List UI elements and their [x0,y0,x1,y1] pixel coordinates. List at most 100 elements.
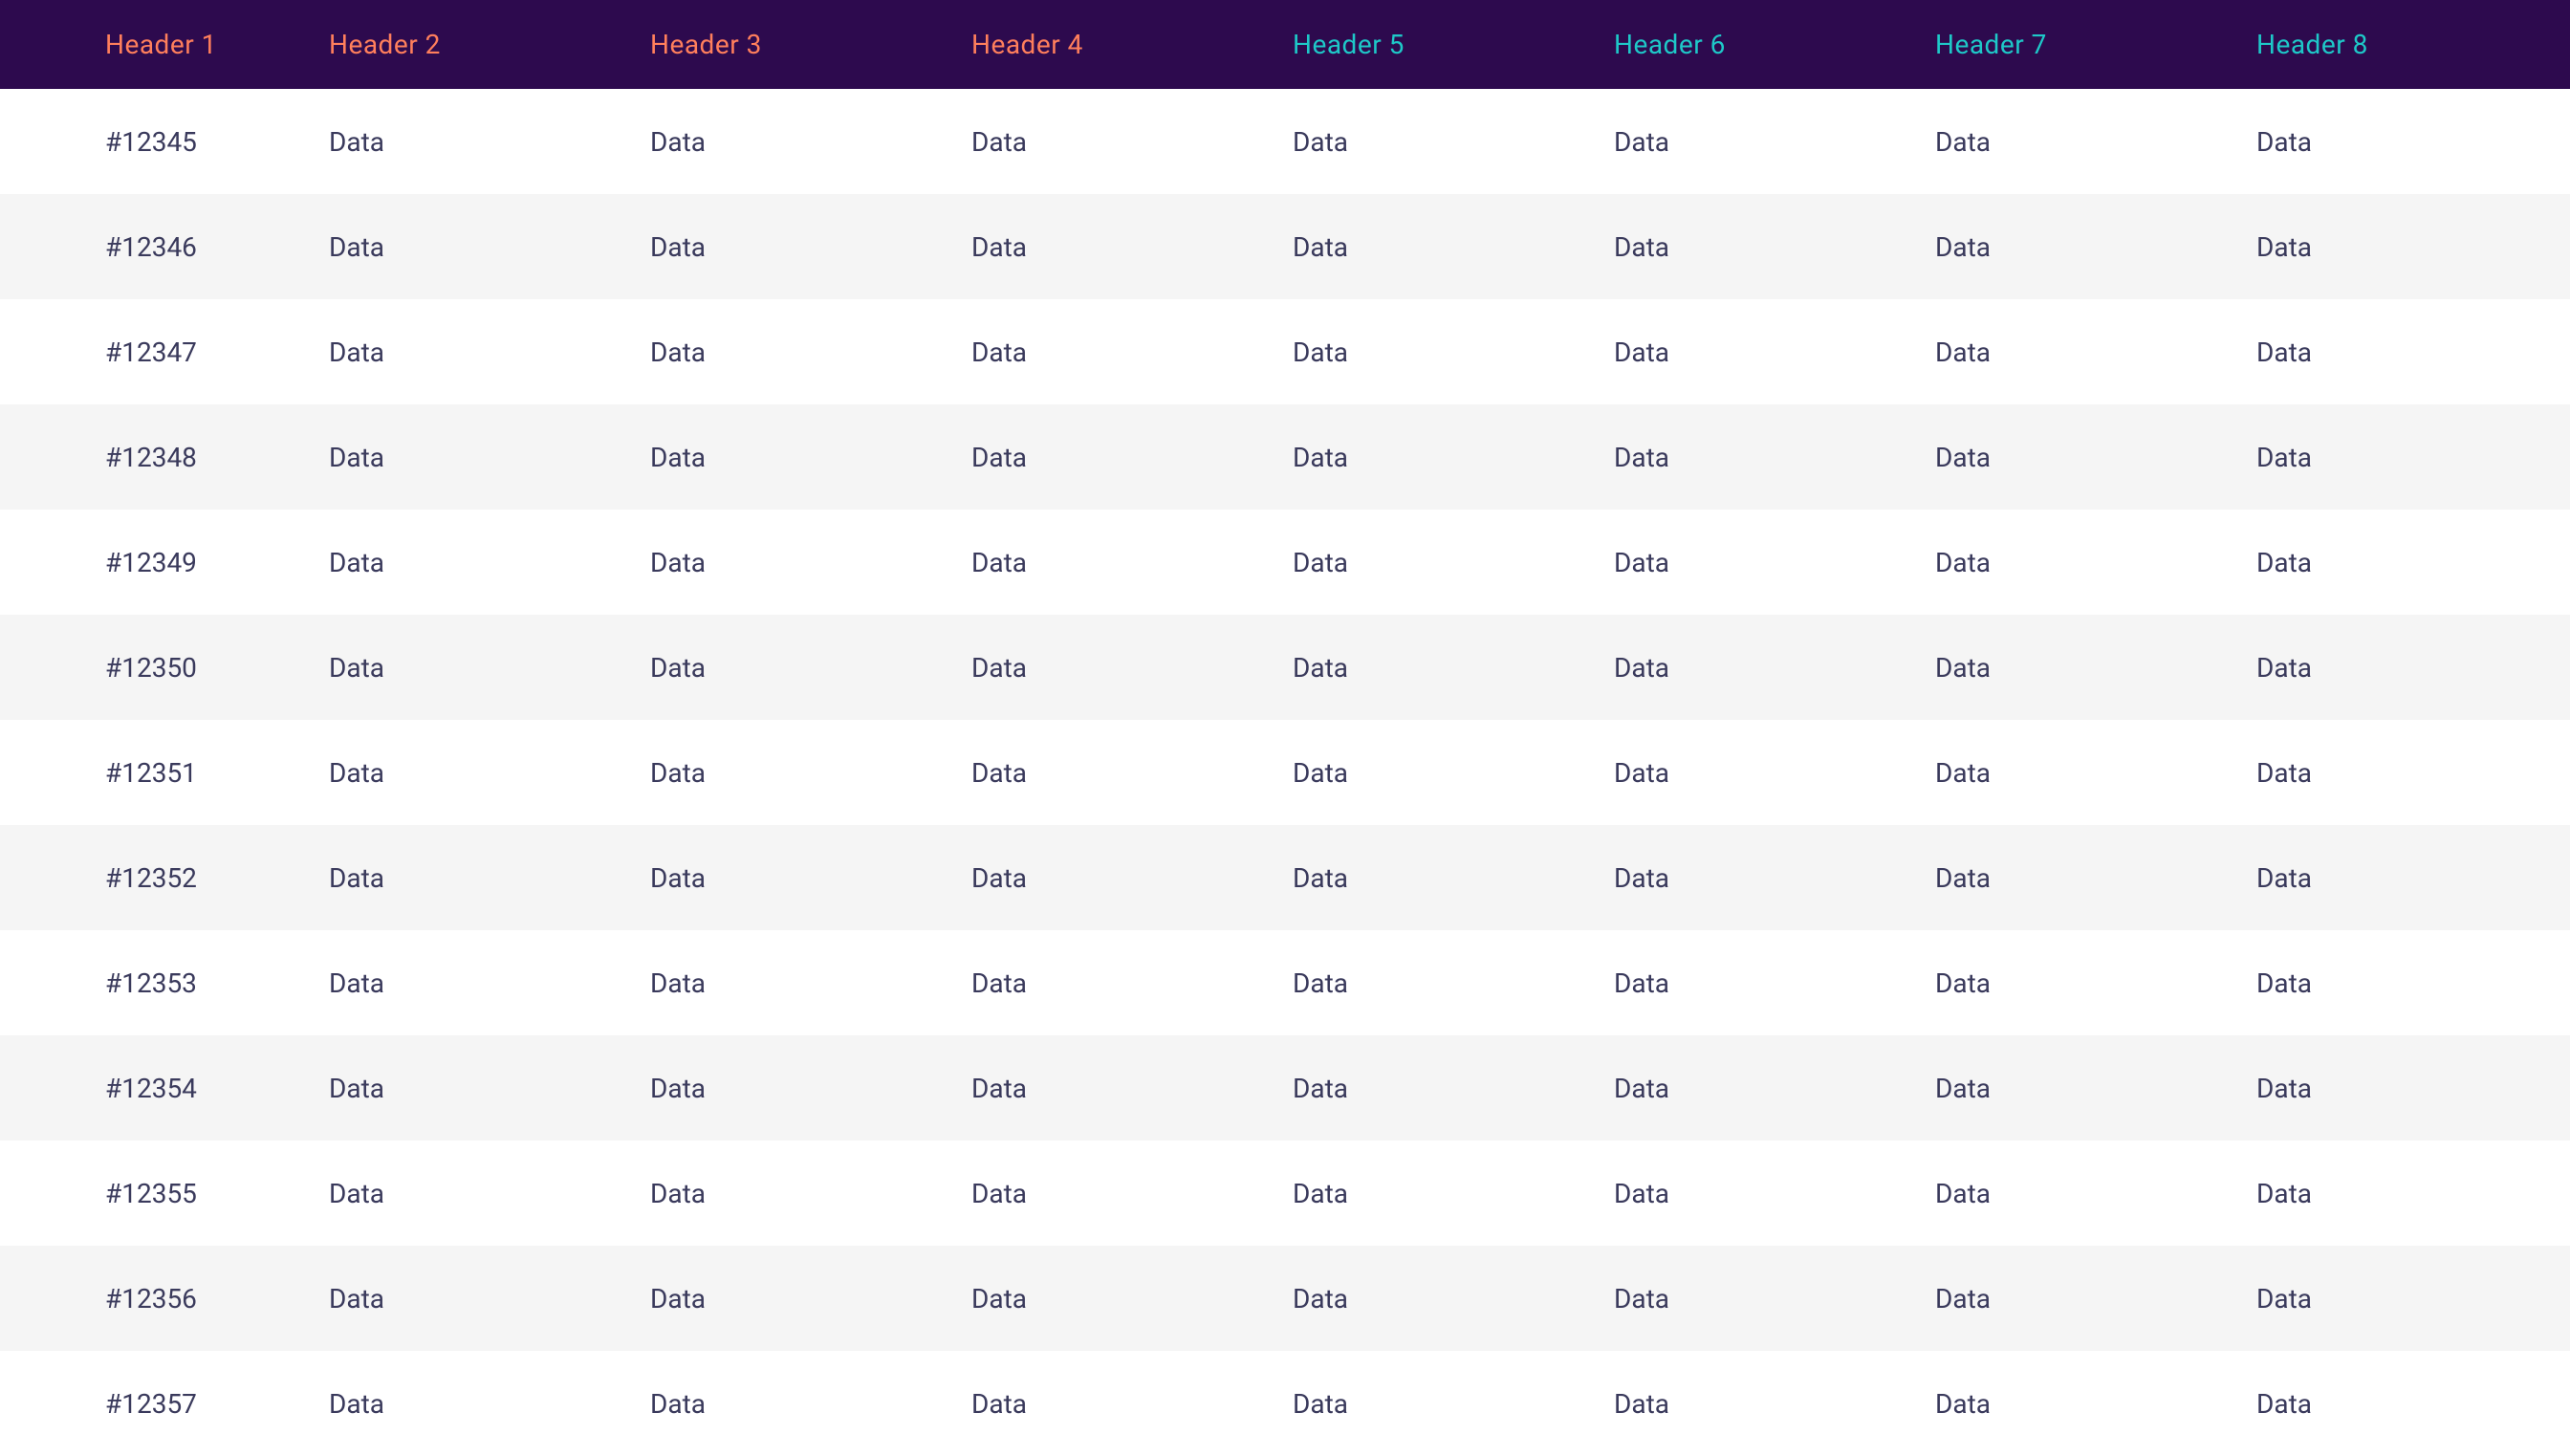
data-cell: Data [1293,89,1614,194]
data-cell: Data [1935,720,2256,825]
data-cell: Data [2256,720,2570,825]
row-id-cell: #12357 [0,1351,329,1456]
data-cell: Data [650,404,971,510]
column-header-4[interactable]: Header 4 [971,0,1293,89]
row-id-cell: #12356 [0,1246,329,1351]
data-cell: Data [1614,510,1935,615]
data-cell: Data [1935,404,2256,510]
data-cell: Data [2256,194,2570,299]
data-cell: Data [971,720,1293,825]
data-cell: Data [329,1351,650,1456]
table-row[interactable]: #12346 Data Data Data Data Data Data Dat… [0,194,2570,299]
data-cell: Data [329,930,650,1035]
data-cell: Data [1614,194,1935,299]
data-cell: Data [971,825,1293,930]
data-cell: Data [971,1141,1293,1246]
data-cell: Data [1293,825,1614,930]
column-header-5[interactable]: Header 5 [1293,0,1614,89]
data-cell: Data [650,615,971,720]
column-header-8[interactable]: Header 8 [2256,0,2570,89]
data-cell: Data [650,89,971,194]
data-cell: Data [971,510,1293,615]
data-cell: Data [971,194,1293,299]
data-cell: Data [971,404,1293,510]
table-row[interactable]: #12353 Data Data Data Data Data Data Dat… [0,930,2570,1035]
data-cell: Data [1935,1246,2256,1351]
table-row[interactable]: #12357 Data Data Data Data Data Data Dat… [0,1351,2570,1456]
data-cell: Data [650,1035,971,1141]
data-table: Header 1 Header 2 Header 3 Header 4 Head… [0,0,2570,1456]
data-cell: Data [329,299,650,404]
column-header-6[interactable]: Header 6 [1614,0,1935,89]
column-header-2[interactable]: Header 2 [329,0,650,89]
data-cell: Data [2256,1246,2570,1351]
row-id-cell: #12351 [0,720,329,825]
data-cell: Data [2256,1351,2570,1456]
column-header-3[interactable]: Header 3 [650,0,971,89]
table-row[interactable]: #12354 Data Data Data Data Data Data Dat… [0,1035,2570,1141]
data-cell: Data [971,615,1293,720]
row-id-cell: #12347 [0,299,329,404]
data-cell: Data [329,1246,650,1351]
data-cell: Data [2256,1141,2570,1246]
data-cell: Data [971,299,1293,404]
table-row[interactable]: #12356 Data Data Data Data Data Data Dat… [0,1246,2570,1351]
data-cell: Data [1614,615,1935,720]
data-cell: Data [1293,299,1614,404]
row-id-cell: #12349 [0,510,329,615]
data-cell: Data [650,720,971,825]
data-cell: Data [971,930,1293,1035]
table-row[interactable]: #12349 Data Data Data Data Data Data Dat… [0,510,2570,615]
table-row[interactable]: #12347 Data Data Data Data Data Data Dat… [0,299,2570,404]
table-row[interactable]: #12348 Data Data Data Data Data Data Dat… [0,404,2570,510]
data-cell: Data [650,1351,971,1456]
table-row[interactable]: #12352 Data Data Data Data Data Data Dat… [0,825,2570,930]
row-id-cell: #12348 [0,404,329,510]
row-id-cell: #12355 [0,1141,329,1246]
data-cell: Data [1614,930,1935,1035]
table-row[interactable]: #12345 Data Data Data Data Data Data Dat… [0,89,2570,194]
data-cell: Data [971,1035,1293,1141]
table-row[interactable]: #12351 Data Data Data Data Data Data Dat… [0,720,2570,825]
data-cell: Data [329,89,650,194]
data-cell: Data [650,299,971,404]
data-cell: Data [650,1141,971,1246]
data-cell: Data [1614,825,1935,930]
table-row[interactable]: #12355 Data Data Data Data Data Data Dat… [0,1141,2570,1246]
data-cell: Data [650,1246,971,1351]
data-cell: Data [329,194,650,299]
data-cell: Data [329,720,650,825]
data-cell: Data [1614,1246,1935,1351]
data-cell: Data [329,1035,650,1141]
data-cell: Data [1614,1141,1935,1246]
data-cell: Data [650,510,971,615]
data-cell: Data [1935,825,2256,930]
table-row[interactable]: #12350 Data Data Data Data Data Data Dat… [0,615,2570,720]
data-cell: Data [1614,720,1935,825]
data-cell: Data [1614,1351,1935,1456]
data-cell: Data [1614,89,1935,194]
column-header-1[interactable]: Header 1 [0,0,329,89]
data-cell: Data [2256,930,2570,1035]
data-cell: Data [650,930,971,1035]
data-cell: Data [2256,89,2570,194]
data-cell: Data [2256,825,2570,930]
row-id-cell: #12350 [0,615,329,720]
data-cell: Data [1293,510,1614,615]
data-cell: Data [1293,1351,1614,1456]
data-cell: Data [1935,615,2256,720]
data-cell: Data [1935,299,2256,404]
data-cell: Data [1293,615,1614,720]
data-cell: Data [1293,1035,1614,1141]
data-cell: Data [971,1246,1293,1351]
data-cell: Data [971,1351,1293,1456]
data-cell: Data [650,825,971,930]
data-cell: Data [1935,1351,2256,1456]
data-cell: Data [329,510,650,615]
row-id-cell: #12353 [0,930,329,1035]
row-id-cell: #12345 [0,89,329,194]
column-header-7[interactable]: Header 7 [1935,0,2256,89]
data-cell: Data [2256,299,2570,404]
data-cell: Data [971,89,1293,194]
data-cell: Data [1935,930,2256,1035]
